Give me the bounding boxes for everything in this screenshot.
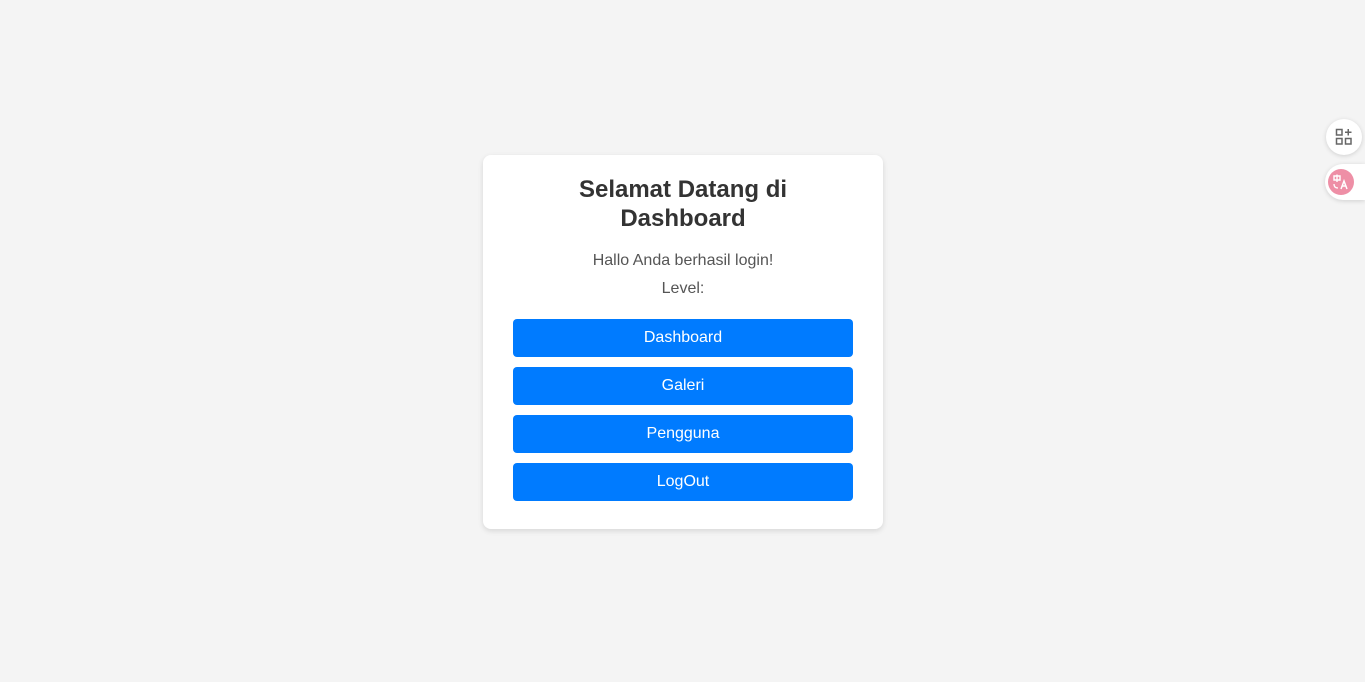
apps-add-icon bbox=[1335, 128, 1352, 145]
page: Selamat Datang di Dashboard Hallo Anda b… bbox=[0, 0, 1365, 682]
page-title: Selamat Datang di Dashboard bbox=[578, 176, 788, 232]
dashboard-button[interactable]: Dashboard bbox=[513, 319, 853, 357]
dashboard-card: Selamat Datang di Dashboard Hallo Anda b… bbox=[483, 155, 883, 529]
pengguna-button[interactable]: Pengguna bbox=[513, 415, 853, 453]
translate-icon bbox=[1328, 169, 1354, 195]
menu: Dashboard Galeri Pengguna LogOut bbox=[513, 319, 853, 501]
translate-button[interactable] bbox=[1325, 164, 1365, 200]
greeting-text: Hallo Anda berhasil login! bbox=[592, 252, 774, 269]
galeri-button[interactable]: Galeri bbox=[513, 367, 853, 405]
level-label: Level: bbox=[661, 280, 705, 297]
apps-add-button[interactable] bbox=[1326, 119, 1362, 155]
logout-button[interactable]: LogOut bbox=[513, 463, 853, 501]
